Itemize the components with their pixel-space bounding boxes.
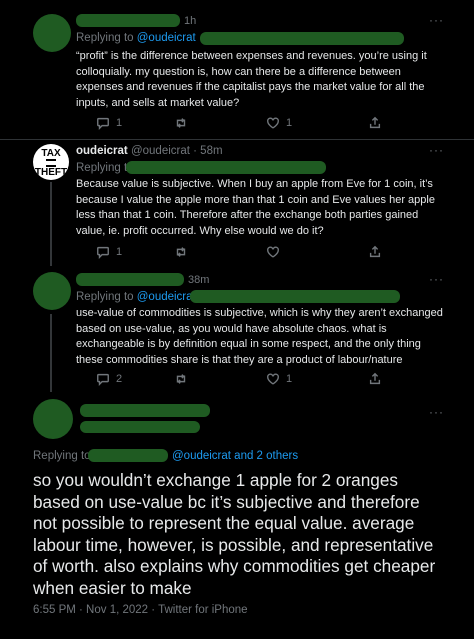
redacted-name [76,14,180,27]
tweet-text: Because value is subjective. When I buy … [76,178,435,237]
retweet-icon [176,374,186,384]
replying-handle[interactable]: @oudeicrat [137,291,196,303]
avatar-tax-theft[interactable]: TAX THEFT [33,144,69,180]
heart-icon [267,117,279,129]
replying-to: Replying to @oudeicrat [76,291,196,303]
like-count: 1 [286,373,293,385]
replying-to: Replying to @oudeicrat [76,32,196,44]
tweet-text: use-value of commodities is subjective, … [76,307,443,366]
equals-sign [46,159,56,167]
redacted-handle [80,421,200,433]
redacted-handle [190,290,400,303]
like-button[interactable] [266,245,286,259]
more-icon[interactable]: ··· [429,13,444,27]
reply-count: 1 [116,246,123,258]
tweet-timestamp[interactable]: 6:55 PM · Nov 1, 2022 · Twitter for iPho… [33,604,248,616]
reply-button[interactable]: 1 [96,245,122,259]
divider [0,139,474,140]
more-icon[interactable]: ··· [429,143,444,157]
tweet-text: “profit” is the difference between expen… [76,50,427,109]
share-icon [369,372,381,385]
tweet-actions: 2 1 [96,372,396,388]
tweet-time[interactable]: 1h [184,15,196,27]
reply-icon [97,117,109,130]
heart-icon [267,373,279,385]
tweet-time[interactable]: · 58m [193,145,222,157]
retweet-icon [176,118,186,128]
share-button[interactable] [368,245,382,259]
retweet-button[interactable] [174,372,194,386]
redacted-handle [126,161,326,174]
reply-icon [97,373,109,386]
reply-icon [97,246,109,259]
avatar[interactable] [33,272,71,310]
more-icon[interactable]: ··· [429,405,444,419]
tweet-actions: 1 [96,245,396,261]
redacted-handle [88,449,168,462]
more-icon[interactable]: ··· [429,272,444,286]
avatar[interactable] [33,399,73,439]
redacted-handle [200,32,404,45]
retweet-button[interactable] [174,245,194,259]
like-button[interactable]: 1 [266,372,292,386]
handle[interactable]: @oudeicrat [131,145,190,157]
replying-handle[interactable]: @oudeicrat [137,32,196,44]
thread-line [50,314,52,392]
retweet-button[interactable] [174,116,194,130]
replying-handles[interactable]: @oudeicrat and 2 others [172,450,298,462]
reply-count: 2 [116,373,123,385]
share-button[interactable] [368,372,382,386]
redacted-name [80,404,210,417]
avatar[interactable] [33,14,71,52]
like-count: 1 [286,117,293,129]
share-icon [369,116,381,129]
reply-button[interactable]: 2 [96,372,122,386]
like-button[interactable]: 1 [266,116,292,130]
tweet-actions: 1 1 [96,116,396,132]
share-icon [369,245,381,258]
redacted-name [76,273,184,286]
display-name[interactable]: oudeicrat [76,145,128,157]
replying-to: Replying to [33,450,91,462]
thread-line [50,182,52,266]
reply-button[interactable]: 1 [96,116,122,130]
tweet-time[interactable]: 38m [188,274,209,286]
retweet-icon [176,247,186,257]
replying-to: Replying to [76,162,134,174]
main-tweet-text: so you wouldn’t exchange 1 apple for 2 o… [33,470,436,598]
reply-count: 1 [116,117,123,129]
share-button[interactable] [368,116,382,130]
tweet-header: oudeicrat @oudeicrat · 58m [76,145,223,157]
heart-icon [267,246,279,258]
